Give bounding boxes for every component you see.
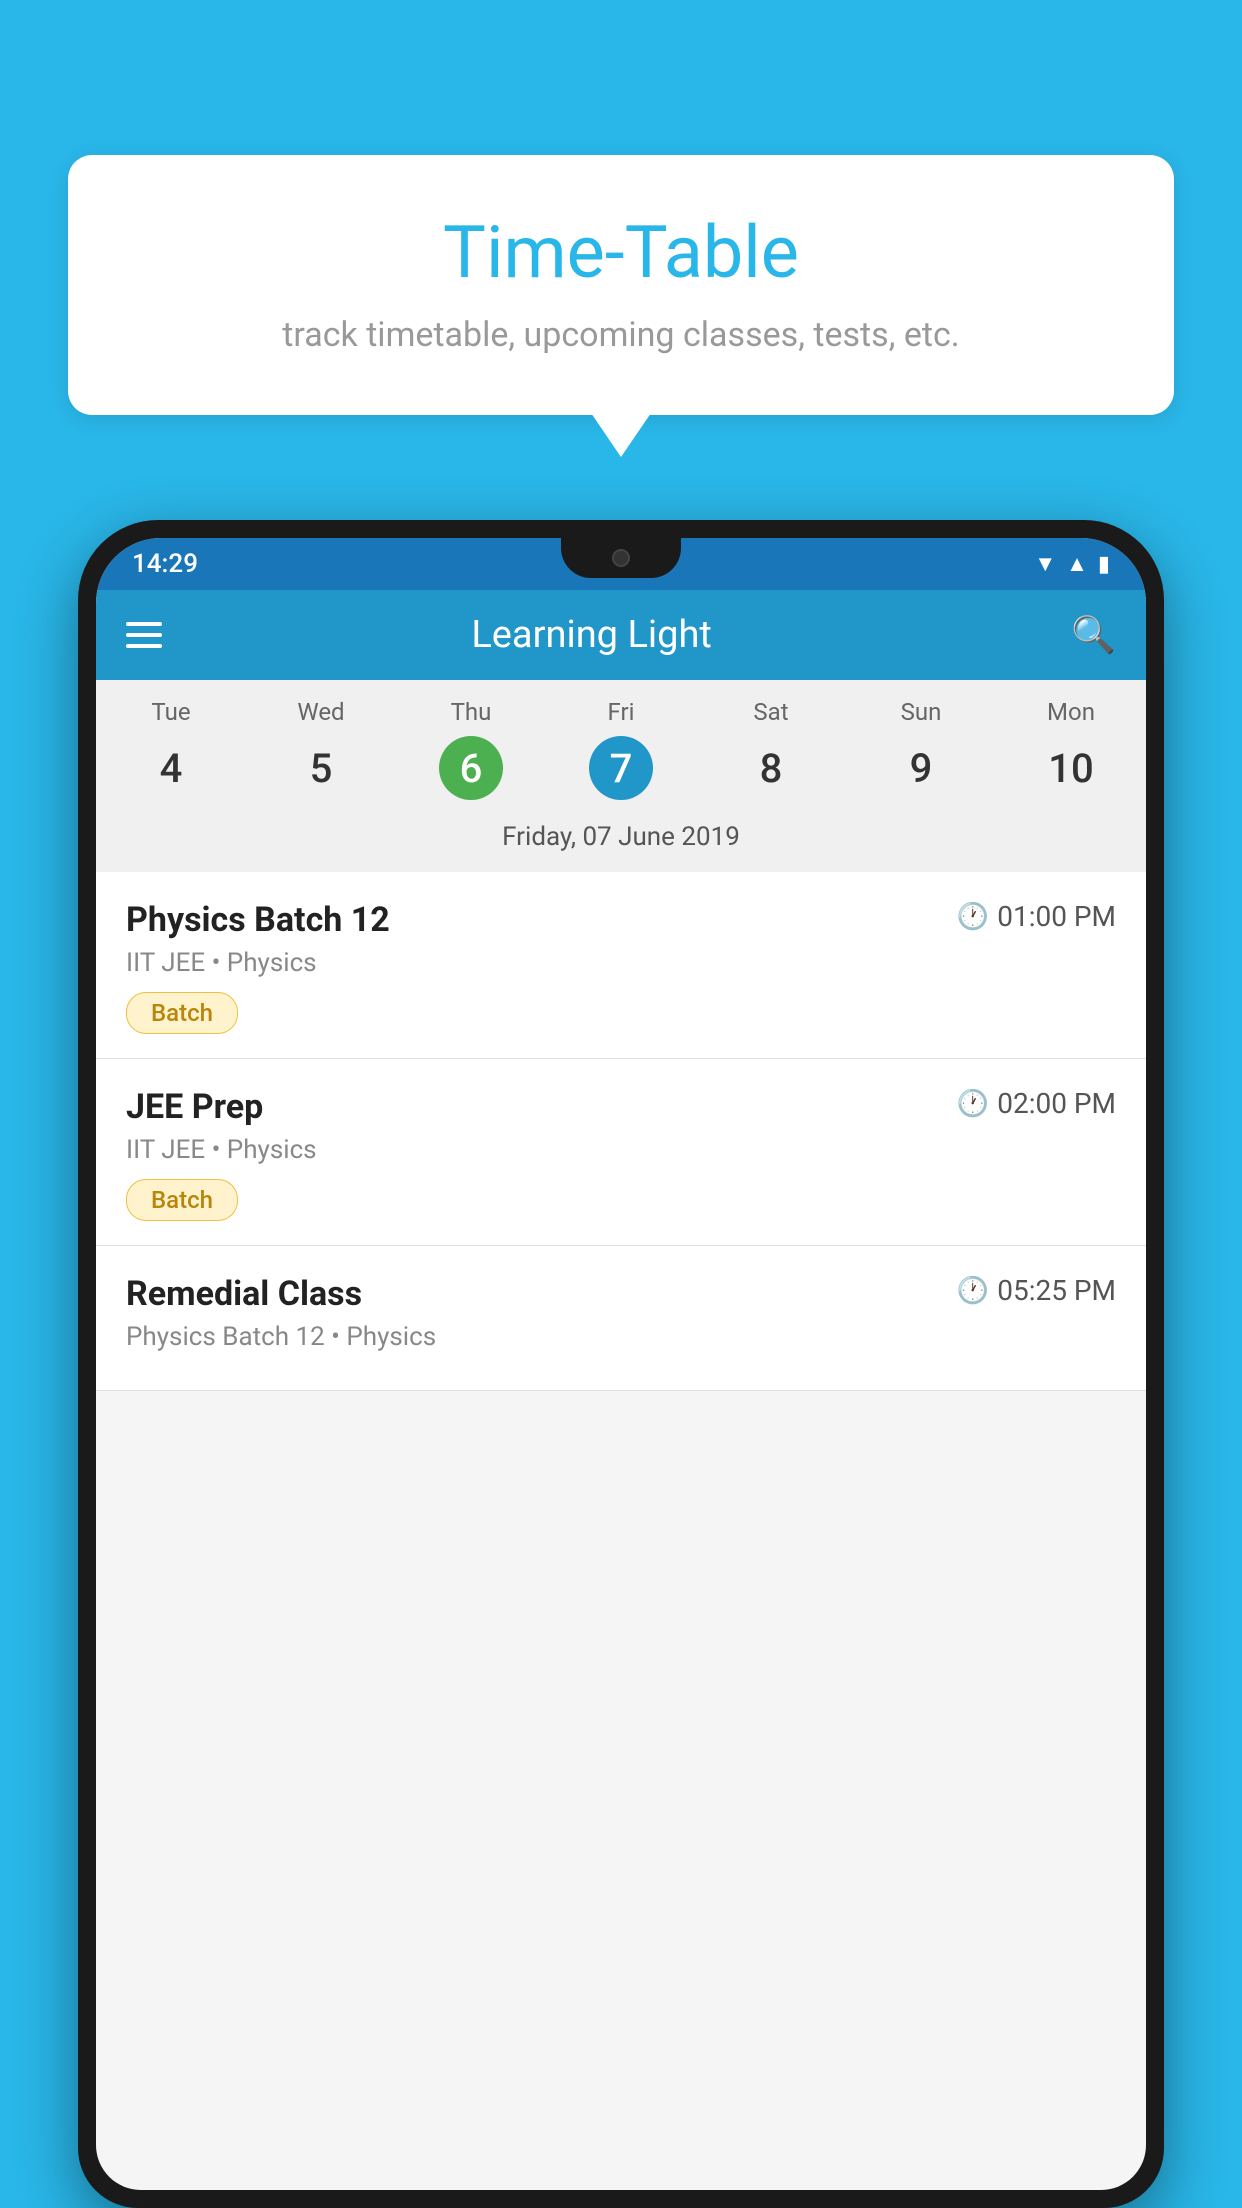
day-name-mon: Mon <box>996 698 1146 726</box>
tooltip-subtitle: track timetable, upcoming classes, tests… <box>128 315 1114 355</box>
day-num-wed: 5 <box>289 736 353 800</box>
day-name-thu: Thu <box>396 698 546 726</box>
tooltip-card: Time-Table track timetable, upcoming cla… <box>68 155 1174 415</box>
batch-badge-1: Batch <box>126 992 238 1034</box>
status-time: 14:29 <box>132 549 198 579</box>
schedule-item-header-1: Physics Batch 12 🕐 01:00 PM <box>126 900 1116 940</box>
schedule-item-time-1: 🕐 01:00 PM <box>957 900 1116 933</box>
selected-date-label: Friday, 07 June 2019 <box>96 810 1146 872</box>
front-camera <box>612 549 630 567</box>
time-label-2: 02:00 PM <box>997 1087 1116 1120</box>
day-name-wed: Wed <box>246 698 396 726</box>
day-name-sat: Sat <box>696 698 846 726</box>
wifi-icon: ▼ <box>1034 551 1056 577</box>
schedule-item-time-3: 🕐 05:25 PM <box>957 1274 1116 1307</box>
hamburger-line-2 <box>126 633 162 637</box>
schedule-item-header-2: JEE Prep 🕐 02:00 PM <box>126 1087 1116 1127</box>
day-tue[interactable]: Tue 4 <box>96 698 246 800</box>
schedule-item-time-2: 🕐 02:00 PM <box>957 1087 1116 1120</box>
app-title: Learning Light <box>182 613 1051 657</box>
schedule-item-title-2: JEE Prep <box>126 1087 263 1127</box>
status-icons: ▼ ▲ ▮ <box>1034 551 1110 577</box>
phone-frame: 14:29 ▼ ▲ ▮ Learning Light 🔍 Tue 4 <box>78 520 1164 2208</box>
day-num-sun: 9 <box>889 736 953 800</box>
search-icon[interactable]: 🔍 <box>1071 614 1116 656</box>
batch-badge-2: Batch <box>126 1179 238 1221</box>
day-sun[interactable]: Sun 9 <box>846 698 996 800</box>
schedule-item-subtitle-3: Physics Batch 12 • Physics <box>126 1322 1116 1352</box>
schedule-item-title-3: Remedial Class <box>126 1274 362 1314</box>
phone-inner: 14:29 ▼ ▲ ▮ Learning Light 🔍 Tue 4 <box>96 538 1146 2190</box>
schedule-item-subtitle-1: IIT JEE • Physics <box>126 948 1116 978</box>
schedule-item-subtitle-2: IIT JEE • Physics <box>126 1135 1116 1165</box>
calendar-header: Tue 4 Wed 5 Thu 6 Fri 7 Sat 8 Sun 9 <box>96 680 1146 810</box>
day-num-tue: 4 <box>139 736 203 800</box>
day-mon[interactable]: Mon 10 <box>996 698 1146 800</box>
schedule-list: Physics Batch 12 🕐 01:00 PM IIT JEE • Ph… <box>96 872 1146 1391</box>
schedule-item-header-3: Remedial Class 🕐 05:25 PM <box>126 1274 1116 1314</box>
time-label-3: 05:25 PM <box>997 1274 1116 1307</box>
day-num-mon: 10 <box>1039 736 1103 800</box>
phone-notch <box>561 538 681 578</box>
schedule-item-1[interactable]: Physics Batch 12 🕐 01:00 PM IIT JEE • Ph… <box>96 872 1146 1059</box>
hamburger-line-1 <box>126 622 162 626</box>
tooltip-title: Time-Table <box>128 210 1114 295</box>
signal-icon: ▲ <box>1066 551 1088 577</box>
clock-icon-2: 🕐 <box>957 1089 989 1119</box>
schedule-item-3[interactable]: Remedial Class 🕐 05:25 PM Physics Batch … <box>96 1246 1146 1391</box>
clock-icon-3: 🕐 <box>957 1276 989 1306</box>
day-name-tue: Tue <box>96 698 246 726</box>
day-sat[interactable]: Sat 8 <box>696 698 846 800</box>
day-name-fri: Fri <box>546 698 696 726</box>
hamburger-line-3 <box>126 644 162 648</box>
day-num-fri: 7 <box>589 736 653 800</box>
schedule-item-2[interactable]: JEE Prep 🕐 02:00 PM IIT JEE • Physics Ba… <box>96 1059 1146 1246</box>
day-wed[interactable]: Wed 5 <box>246 698 396 800</box>
clock-icon-1: 🕐 <box>957 902 989 932</box>
day-fri[interactable]: Fri 7 <box>546 698 696 800</box>
time-label-1: 01:00 PM <box>997 900 1116 933</box>
day-num-sat: 8 <box>739 736 803 800</box>
day-num-thu: 6 <box>439 736 503 800</box>
day-name-sun: Sun <box>846 698 996 726</box>
day-thu[interactable]: Thu 6 <box>396 698 546 800</box>
battery-icon: ▮ <box>1098 552 1110 577</box>
app-bar: Learning Light 🔍 <box>96 590 1146 680</box>
schedule-item-title-1: Physics Batch 12 <box>126 900 390 940</box>
menu-icon[interactable] <box>126 622 162 648</box>
